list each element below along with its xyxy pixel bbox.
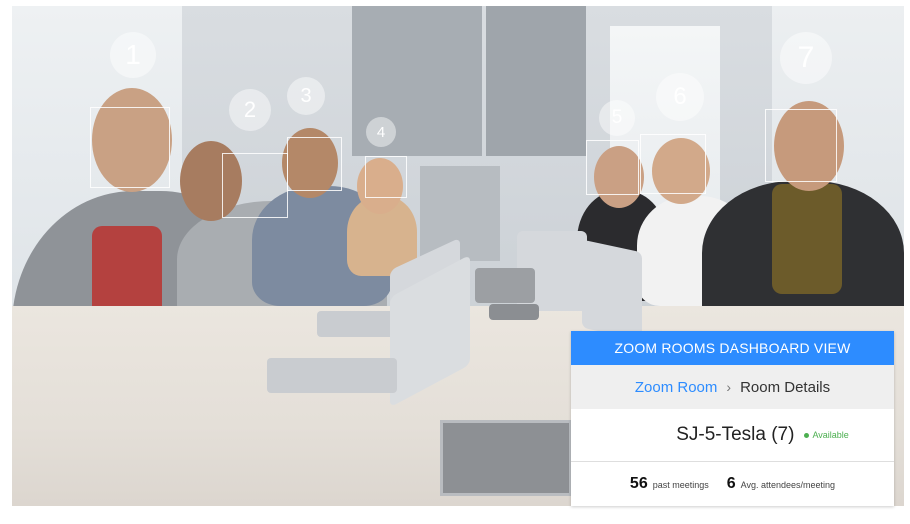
wall-panel bbox=[486, 6, 586, 156]
table-port bbox=[489, 304, 539, 320]
room-name: SJ-5-Tesla (7) bbox=[676, 424, 795, 445]
avg-attendees-stat: 6 Avg. attendees/meeting bbox=[727, 475, 835, 493]
stat-label: past meetings bbox=[652, 480, 709, 490]
stat-value: 6 bbox=[726, 475, 736, 492]
zoom-rooms-dashboard-panel: ZOOM ROOMS DASHBOARD VIEW Zoom Room › Ro… bbox=[571, 331, 894, 506]
laptop bbox=[267, 358, 397, 393]
face-marker-7: 7 bbox=[780, 32, 832, 84]
face-marker-3: 3 bbox=[287, 77, 325, 115]
meeting-stats: 56 past meetings 6 Avg. attendees/meetin… bbox=[571, 462, 894, 506]
face-box-7 bbox=[765, 109, 837, 182]
person-7-hoodie bbox=[772, 184, 842, 294]
face-box-1 bbox=[90, 107, 170, 188]
wall-panel bbox=[420, 166, 500, 261]
face-marker-1: 1 bbox=[110, 32, 156, 78]
face-marker-4: 4 bbox=[366, 117, 396, 147]
face-box-5 bbox=[586, 140, 639, 195]
breadcrumb: Zoom Room › Room Details bbox=[571, 365, 894, 409]
face-box-3 bbox=[287, 137, 342, 191]
face-box-6 bbox=[640, 134, 706, 194]
breadcrumb-current: Room Details bbox=[740, 378, 831, 396]
cable-grommet bbox=[440, 420, 572, 496]
status-label: Available bbox=[812, 430, 849, 440]
stat-label: Avg. attendees/meeting bbox=[740, 480, 836, 490]
speakerphone bbox=[475, 268, 535, 303]
chevron-right-icon: › bbox=[726, 379, 732, 395]
status-dot-icon bbox=[804, 432, 810, 438]
status-badge: Available bbox=[804, 430, 849, 440]
panel-header: ZOOM ROOMS DASHBOARD VIEW bbox=[571, 331, 894, 365]
face-marker-5: 5 bbox=[599, 100, 635, 136]
face-box-2 bbox=[222, 153, 288, 218]
breadcrumb-zoom-room-link[interactable]: Zoom Room bbox=[635, 379, 718, 396]
past-meetings-stat: 56 past meetings bbox=[630, 475, 709, 493]
face-marker-6: 6 bbox=[656, 73, 704, 121]
laptop-screen bbox=[582, 239, 642, 341]
face-box-4 bbox=[365, 156, 407, 198]
face-marker-2: 2 bbox=[229, 89, 271, 131]
stat-value: 56 bbox=[629, 475, 648, 492]
room-row: SJ-5-Tesla (7) Available bbox=[571, 409, 894, 462]
